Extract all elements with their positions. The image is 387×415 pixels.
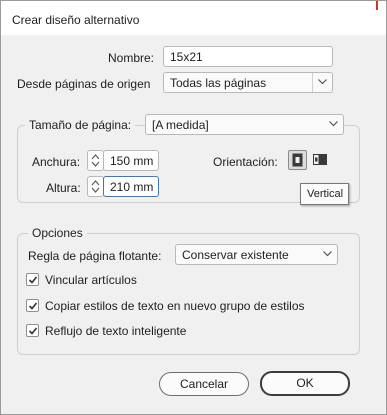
height-stepper[interactable] <box>87 176 104 197</box>
stepper-arrows-icon <box>91 154 100 167</box>
orientation-tooltip: Vertical <box>300 183 349 205</box>
ok-button[interactable]: OK <box>260 371 350 396</box>
height-label: Altura: <box>46 181 81 195</box>
name-label: Nombre: <box>108 51 155 65</box>
chevron-down-icon <box>312 73 332 92</box>
liquid-page-rule-select[interactable]: Conservar existente <box>175 244 338 265</box>
liquid-page-rule-label: Regla de página flotante: <box>28 249 162 263</box>
landscape-page-icon <box>313 154 327 165</box>
page-size-value: [A medida] <box>152 118 209 132</box>
title-bar: Crear diseño alternativo <box>1 1 386 35</box>
orientation-label: Orientación: <box>213 155 278 169</box>
liquid-page-rule-value: Conservar existente <box>182 248 289 262</box>
options-legend: Opciones <box>28 226 87 240</box>
checkmark-icon <box>28 276 38 284</box>
smart-text-reflow-checkbox[interactable] <box>26 324 39 337</box>
portrait-orientation-button[interactable] <box>288 150 307 170</box>
source-pages-label: Desde páginas de origen <box>17 77 151 91</box>
chevron-down-icon <box>324 115 343 134</box>
name-input[interactable]: 15x21 <box>163 46 333 67</box>
width-label: Anchura: <box>32 155 81 169</box>
height-input[interactable]: 210 mm <box>103 176 159 197</box>
chevron-down-icon <box>318 245 337 264</box>
checkmark-icon <box>28 302 38 310</box>
page-size-select[interactable]: [A medida] <box>145 114 344 135</box>
copy-text-styles-label: Copiar estilos de texto en nuevo grupo d… <box>45 299 305 313</box>
width-input[interactable]: 150 mm <box>103 150 159 171</box>
link-stories-checkbox[interactable] <box>26 273 39 286</box>
link-stories-label: Vincular artículos <box>45 273 137 287</box>
title-accent-mark <box>376 1 378 10</box>
dialog-title: Crear diseño alternativo <box>12 13 140 27</box>
checkmark-icon <box>28 327 38 335</box>
source-pages-select[interactable]: Todas las páginas <box>163 72 333 93</box>
create-alternate-layout-dialog: Crear diseño alternativo Nombre: 15x21 D… <box>0 0 387 415</box>
landscape-orientation-button[interactable] <box>311 151 329 169</box>
width-stepper[interactable] <box>87 150 104 171</box>
page-size-label: Tamaño de página: <box>25 118 136 132</box>
source-pages-value: Todas las páginas <box>170 76 267 90</box>
stepper-arrows-icon <box>91 180 100 193</box>
cancel-button[interactable]: Cancelar <box>159 372 249 396</box>
copy-text-styles-checkbox[interactable] <box>26 299 39 312</box>
portrait-page-icon <box>292 153 303 167</box>
smart-text-reflow-label: Reflujo de texto inteligente <box>45 324 187 338</box>
